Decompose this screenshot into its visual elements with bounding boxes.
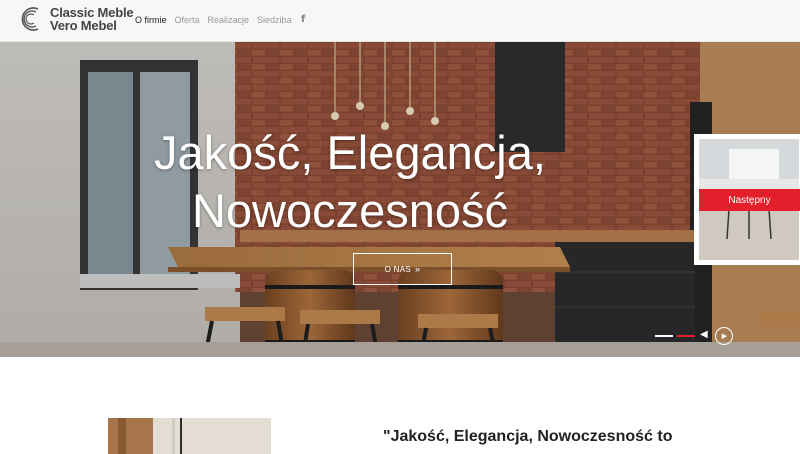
hero-title: Jakość, Elegancja, Nowoczesność [150,124,550,240]
about-image-graphic [108,418,271,454]
prev-slide-icon[interactable]: ◀ [700,329,708,340]
about-us-button[interactable]: O NAS » [353,253,452,285]
main-nav: O firmie Oferta Realizacje Siedziba [135,15,300,25]
hero-title-line2: Nowoczesność [191,184,509,237]
next-slide-button[interactable]: Następny [699,189,800,211]
nav-item-realizacje[interactable]: Realizacje [208,15,250,25]
nav-item-oferta[interactable]: Oferta [175,15,200,25]
nav-item-siedziba[interactable]: Siedziba [257,15,292,25]
about-image [108,418,271,454]
hero-title-line1: Jakość, Elegancja, [154,126,546,179]
brand-logo-icon [21,7,39,31]
slider-dot-1[interactable] [655,335,673,337]
play-icon[interactable]: ▶ [715,327,733,345]
site-header: Classic Meble Vero Mebel O firmie Oferta… [0,0,800,42]
facebook-icon[interactable]: f [301,14,305,25]
hero-slider: Jakość, Elegancja, Nowoczesność O NAS » … [0,42,800,357]
brand-logo[interactable]: Classic Meble Vero Mebel [18,5,134,33]
play-icon-glyph: ▶ [721,333,728,340]
slider-dot-2[interactable] [677,335,695,337]
brand-name-line2: Vero Mebel [50,18,117,33]
about-quote: "Jakość, Elegancja, Nowoczesność to [383,428,673,445]
brand-name: Classic Meble Vero Mebel [50,6,134,33]
about-us-button-label: O NAS [384,264,412,274]
slider-pagination [655,335,699,337]
double-chevron-right-icon: » [415,264,421,274]
nav-item-o-firmie[interactable]: O firmie [135,15,167,25]
